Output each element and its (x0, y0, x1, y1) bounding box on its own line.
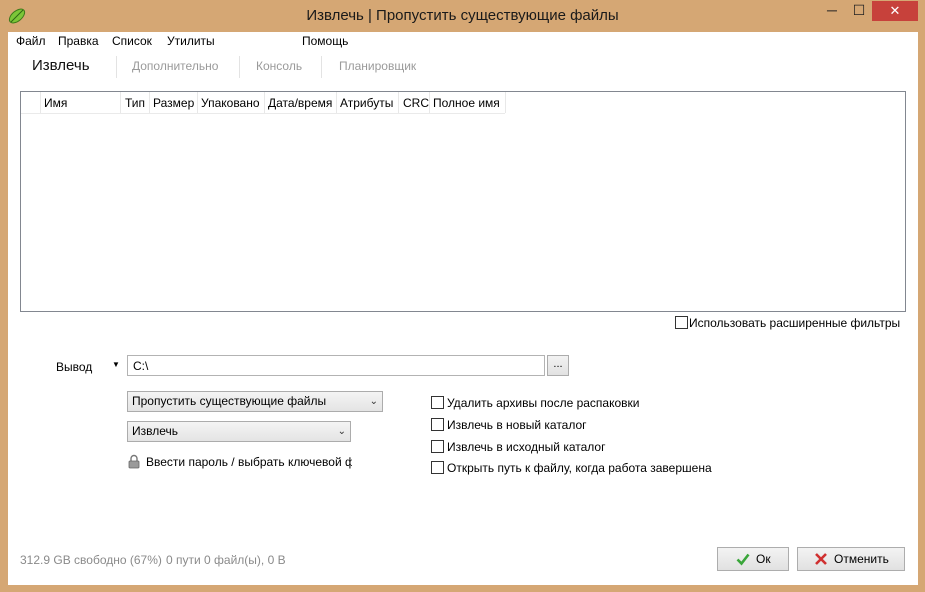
minimize-button[interactable]: ─ (818, 0, 846, 22)
column-datetime[interactable]: Дата/время (268, 96, 332, 110)
free-space-status: 312.9 GB свободно (67%) (20, 553, 162, 567)
maximize-button[interactable]: ☐ (846, 0, 872, 22)
extract-source-folder-label[interactable]: Извлечь в исходный каталог (447, 440, 605, 454)
window-bottom-border (0, 585, 925, 592)
ok-label: Ок (756, 552, 771, 566)
menu-tools[interactable]: Утилиты (167, 34, 215, 48)
tab-scheduler[interactable]: Планировщик (339, 59, 416, 73)
column-name[interactable]: Имя (44, 96, 67, 110)
menu-file[interactable]: Файл (16, 34, 46, 48)
cancel-button[interactable]: Отменить (797, 547, 905, 571)
output-label: Вывод (56, 360, 93, 374)
column-divider[interactable] (429, 92, 430, 113)
close-button[interactable]: ✕ (872, 1, 918, 21)
advanced-filters-label[interactable]: Использовать расширенные фильтры (689, 316, 900, 330)
column-divider[interactable] (264, 92, 265, 113)
chevron-down-icon: ⌄ (369, 396, 378, 407)
open-path-when-done-checkbox[interactable] (431, 461, 444, 474)
advanced-filters-checkbox[interactable] (675, 316, 688, 329)
tab-divider (321, 56, 322, 78)
selection-summary: 0 пути 0 файл(ы), 0 B (166, 553, 286, 567)
overwrite-mode-value: Пропустить существующие файлы (132, 394, 327, 408)
tab-extract[interactable]: Извлечь (32, 57, 90, 74)
lock-icon (128, 454, 140, 469)
file-list[interactable] (20, 91, 906, 312)
menu-edit[interactable]: Правка (58, 34, 99, 48)
column-divider[interactable] (505, 92, 506, 113)
column-crc[interactable]: CRC (403, 96, 429, 110)
column-divider[interactable] (336, 92, 337, 113)
extract-source-folder-checkbox[interactable] (431, 440, 444, 453)
browse-button[interactable]: ... (547, 355, 569, 376)
password-keyfile-link[interactable]: Ввести пароль / выбрать ключевой ф (146, 455, 352, 469)
checkmark-icon (736, 553, 750, 566)
action-select[interactable]: Извлечь ⌄ (127, 421, 351, 442)
column-divider[interactable] (120, 92, 121, 113)
column-divider[interactable] (197, 92, 198, 113)
column-divider[interactable] (149, 92, 150, 113)
tab-divider (116, 56, 117, 78)
cancel-label: Отменить (834, 552, 889, 566)
window-title: Извлечь | Пропустить существующие файлы (306, 7, 619, 24)
extract-new-folder-label[interactable]: Извлечь в новый каталог (447, 418, 587, 432)
column-packed[interactable]: Упаковано (201, 96, 260, 110)
output-path-input[interactable] (127, 355, 545, 376)
column-size[interactable]: Размер (153, 96, 194, 110)
tab-advanced[interactable]: Дополнительно (132, 59, 218, 73)
overwrite-mode-select[interactable]: Пропустить существующие файлы ⌄ (127, 391, 383, 412)
open-path-when-done-label[interactable]: Открыть путь к файлу, когда работа завер… (447, 461, 712, 475)
delete-archives-checkbox[interactable] (431, 396, 444, 409)
chevron-down-icon: ⌄ (337, 426, 346, 437)
cross-icon (815, 553, 827, 565)
ok-button[interactable]: Ок (717, 547, 789, 571)
column-full-name[interactable]: Полное имя (433, 96, 500, 110)
extract-new-folder-checkbox[interactable] (431, 418, 444, 431)
delete-archives-label[interactable]: Удалить архивы после распаковки (447, 396, 640, 410)
output-dropdown-arrow-icon[interactable]: ▼ (112, 360, 120, 369)
tab-console[interactable]: Консоль (256, 59, 302, 73)
column-divider[interactable] (398, 92, 399, 113)
column-divider[interactable] (40, 92, 41, 113)
menu-help[interactable]: Помощь (302, 34, 348, 48)
action-value: Извлечь (132, 424, 179, 438)
tab-divider (239, 56, 240, 78)
column-attributes[interactable]: Атрибуты (340, 96, 393, 110)
column-type[interactable]: Тип (125, 96, 145, 110)
menu-list[interactable]: Список (112, 34, 152, 48)
